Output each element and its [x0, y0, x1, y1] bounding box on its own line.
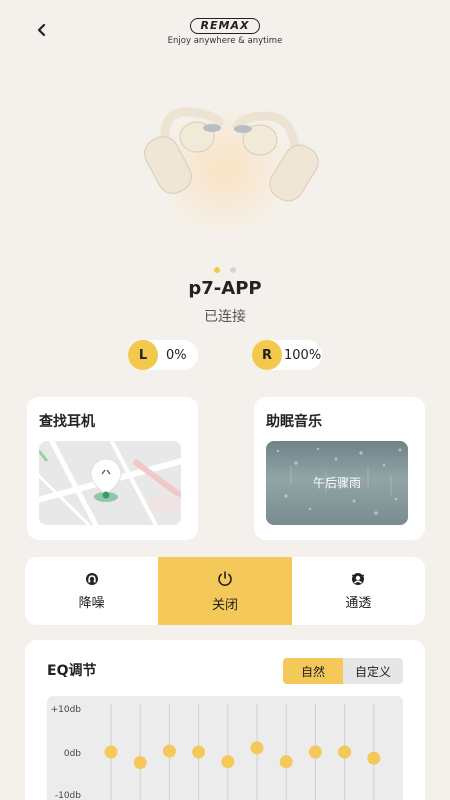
preset-custom-tab[interactable]: 自定义	[343, 658, 403, 684]
brand-logo: REMAX	[189, 18, 261, 34]
eq-title: EQ调节	[47, 663, 97, 679]
left-battery-value: 0%	[166, 347, 187, 363]
connection-status: 已连接	[204, 309, 246, 325]
eq-card: EQ调节 自然 自定义 +10db 0db -10db	[25, 640, 425, 800]
noise-cancel-icon	[85, 572, 98, 585]
eq-band-knob[interactable]	[162, 744, 176, 758]
mode-transparency[interactable]: 通透	[292, 557, 425, 625]
eq-band-knob[interactable]	[250, 741, 264, 755]
mode-off[interactable]: 关闭	[158, 557, 292, 625]
sleep-music-title: 助眠音乐	[266, 414, 322, 430]
eq-band-knob[interactable]	[367, 751, 381, 765]
eq-band-knob[interactable]	[104, 745, 118, 759]
earbuds-illustration	[144, 107, 319, 202]
mode-label: 通透	[345, 595, 372, 611]
right-earbud-badge: R	[252, 340, 282, 370]
map-preview	[39, 441, 181, 525]
carousel-dot[interactable]	[214, 267, 221, 273]
device-name: p7-APP	[188, 278, 262, 299]
eq-band-knob[interactable]	[308, 745, 322, 759]
brand: REMAX Enjoy anywhere & anytime	[0, 14, 450, 46]
tagline: Enjoy anywhere & anytime	[167, 36, 283, 46]
earbuds-image	[125, 80, 325, 250]
eq-band-knob[interactable]	[133, 756, 147, 769]
sleep-music-thumbnail[interactable]: 午后骤雨	[266, 441, 408, 525]
power-icon	[218, 570, 232, 586]
carousel-indicator	[0, 258, 450, 277]
transparency-icon	[352, 572, 365, 585]
eq-tick-label: 0db	[64, 749, 81, 759]
left-earbud-badge: L	[128, 340, 158, 370]
eq-band-knob[interactable]	[338, 745, 352, 759]
preset-natural-tab[interactable]: 自然	[283, 658, 343, 684]
eq-tick-label: -10db	[55, 791, 81, 800]
mode-noise-cancel[interactable]: 降噪	[25, 557, 158, 625]
eq-graph: +10db 0db -10db	[47, 696, 403, 800]
find-earbuds-card[interactable]: 查找耳机	[27, 397, 198, 540]
sleep-music-card[interactable]: 助眠音乐 午后骤雨	[254, 397, 425, 540]
eq-preset-toggle: 自然 自定义	[283, 658, 403, 684]
eq-sliders: +10db 0db -10db	[51, 704, 381, 800]
eq-band-knob[interactable]	[221, 755, 235, 769]
eq-band-knob[interactable]	[279, 755, 293, 769]
right-battery-value: 100%	[284, 347, 322, 363]
mode-label: 关闭	[211, 597, 238, 613]
eq-band-knob[interactable]	[192, 745, 206, 759]
battery-left: L 0%	[128, 340, 198, 370]
header: REMAX Enjoy anywhere & anytime	[0, 0, 450, 60]
find-earbuds-title: 查找耳机	[39, 414, 95, 430]
mode-label: 降噪	[78, 595, 105, 611]
battery-right: R 100%	[252, 340, 322, 370]
anc-mode-selector: 降噪 关闭 通透	[25, 557, 425, 625]
track-name: 午后骤雨	[312, 476, 361, 490]
location-pin-icon	[89, 457, 123, 507]
eq-tick-label: +10db	[51, 705, 82, 715]
carousel-dot[interactable]	[229, 267, 236, 273]
